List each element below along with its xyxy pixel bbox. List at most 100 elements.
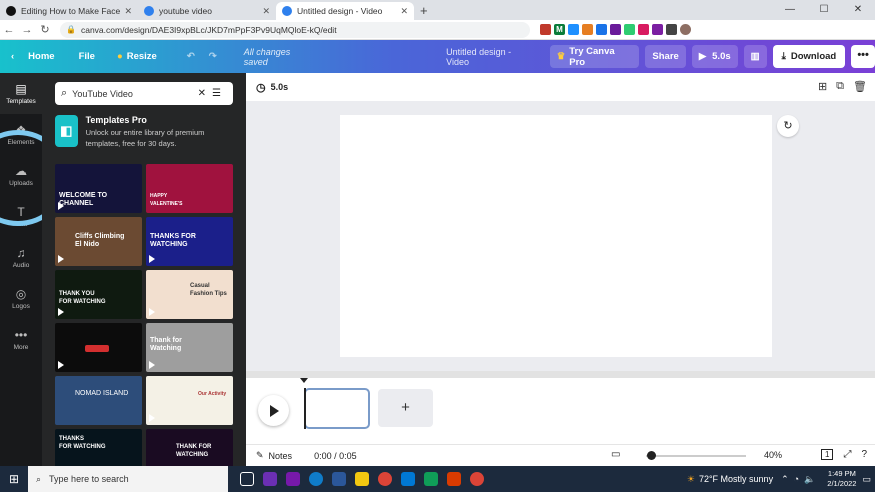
reload-icon[interactable]: ↻ <box>36 23 54 36</box>
zoom-slider[interactable] <box>646 455 746 457</box>
fullscreen-icon[interactable]: ⤢ <box>843 449 851 460</box>
network-icon[interactable]: ◔ <box>794 474 799 484</box>
taskbar-app-icon[interactable] <box>447 472 461 486</box>
duration-button[interactable]: ◷ 5.0s <box>256 81 288 94</box>
template-thumbnail[interactable]: Cliffs Climbing El Nido <box>55 217 142 266</box>
sidebar-item-audio[interactable]: ♫ Audio <box>0 237 42 278</box>
close-window-icon[interactable]: ✕ <box>841 0 875 20</box>
browser-tab-3[interactable]: Untitled design - Video ✕ <box>276 2 414 20</box>
extension-icon[interactable] <box>596 24 607 35</box>
refresh-icon[interactable]: ↻ <box>777 115 799 137</box>
taskbar-app-icon[interactable] <box>263 472 277 486</box>
extension-icon[interactable] <box>568 24 579 35</box>
template-thumbnail[interactable]: THANKS FOR WATCHING <box>146 217 233 266</box>
notification-icon[interactable]: ▭ <box>862 474 871 485</box>
horizontal-scrollbar[interactable] <box>246 371 875 378</box>
download-button[interactable]: ⤓ Download <box>772 45 846 68</box>
play-button[interactable]: ▶ 5.0s <box>691 45 738 68</box>
more-options-button[interactable]: ••• <box>851 45 875 68</box>
avatar[interactable] <box>680 24 691 35</box>
browser-tab-2[interactable]: youtube video ✕ <box>138 2 276 20</box>
close-icon[interactable]: ✕ <box>400 6 408 17</box>
back-icon[interactable]: ← <box>0 24 18 36</box>
zoom-level[interactable]: 40% <box>764 450 782 460</box>
close-icon[interactable]: ✕ <box>262 6 270 17</box>
template-thumbnail[interactable]: NOMAD ISLAND <box>55 376 142 425</box>
search-input[interactable]: YouTube Video <box>72 89 197 99</box>
timeline-play-button[interactable] <box>258 395 289 426</box>
template-thumbnail[interactable]: THANK YOU FOR WATCHING <box>55 270 142 319</box>
extension-icon[interactable] <box>582 24 593 35</box>
extension-icon[interactable] <box>652 24 663 35</box>
forward-icon[interactable]: → <box>18 24 36 36</box>
trash-icon[interactable]: 🗑 <box>853 80 867 93</box>
extension-icon[interactable] <box>540 24 551 35</box>
file-button[interactable]: File <box>72 51 102 62</box>
taskbar-app-icon[interactable] <box>401 472 415 486</box>
sidebar-item-logos[interactable]: ◎ Logos <box>0 278 42 319</box>
template-thumbnail[interactable]: Our Activity <box>146 376 233 425</box>
template-thumbnail[interactable] <box>55 323 142 372</box>
template-thumbnail[interactable]: HAPPY VALENTINE'S <box>146 164 233 213</box>
document-title[interactable]: Untitled design - Video <box>446 47 536 67</box>
sidebar-item-more[interactable]: ••• More <box>0 319 42 360</box>
template-thumbnail[interactable]: THANKS FOR WATCHING <box>55 429 142 466</box>
playhead-marker-icon[interactable] <box>300 378 308 383</box>
extension-icon[interactable]: M <box>554 24 565 35</box>
taskbar-app-icon[interactable] <box>424 472 438 486</box>
resize-button[interactable]: ● Resize <box>110 51 164 62</box>
url-field[interactable]: 🔒 canva.com/design/DAE3I9xpBLc/JKD7mPpF3… <box>60 21 530 38</box>
insights-button[interactable]: ▥ <box>743 45 767 68</box>
chrome-icon[interactable] <box>470 472 484 486</box>
windows-start-icon[interactable]: ⊞ <box>0 472 28 486</box>
extension-icon[interactable] <box>638 24 649 35</box>
home-button[interactable]: Home <box>21 51 61 62</box>
weather-text[interactable]: 72°F Mostly sunny <box>699 474 773 484</box>
taskbar-search-input[interactable]: Type here to search <box>49 474 129 484</box>
add-page-button[interactable]: + <box>378 389 433 427</box>
extension-icon[interactable] <box>624 24 635 35</box>
template-thumbnail[interactable]: Casual Fashion Tips <box>146 270 233 319</box>
minimize-icon[interactable]: — <box>773 0 807 20</box>
clock-time: 1:49 PM <box>827 469 856 478</box>
redo-icon[interactable]: ↷ <box>202 51 224 62</box>
page-count[interactable]: 1 <box>820 449 834 460</box>
taskbar-app-icon[interactable] <box>355 472 369 486</box>
grid-view-icon[interactable]: ▭ <box>611 449 620 460</box>
taskbar-clock[interactable]: 1:49 PM 2/1/2022 <box>827 469 856 489</box>
add-page-icon[interactable]: ⊞ <box>818 80 827 93</box>
taskbar-app-icon[interactable] <box>286 472 300 486</box>
template-thumbnail[interactable]: THANK FOR WATCHING <box>146 429 233 466</box>
close-icon[interactable]: ✕ <box>124 6 132 17</box>
tray-arrow-icon[interactable]: ⌃ <box>781 474 789 485</box>
template-search[interactable]: ⌕ YouTube Video ✕ ☰ <box>55 82 233 105</box>
browser-tab-1[interactable]: Editing How to Make Faceless Yo ✕ <box>0 2 138 20</box>
template-thumbnail[interactable]: Thank for Watching <box>146 323 233 372</box>
menu-toggle-icon[interactable]: ‹ <box>4 51 21 62</box>
template-thumbnail[interactable]: WELCOME TO CHANNEL <box>55 164 142 213</box>
chrome-icon[interactable] <box>378 472 392 486</box>
timeline-clip[interactable] <box>304 388 370 429</box>
extension-icon[interactable] <box>666 24 677 35</box>
notes-button[interactable]: ✎ Notes <box>256 450 292 461</box>
templates-pro-promo[interactable]: ◧ Templates Pro Unlock our entire librar… <box>55 115 235 155</box>
design-page[interactable] <box>340 115 772 357</box>
new-tab-button[interactable]: + <box>414 3 434 20</box>
extension-icon[interactable] <box>610 24 621 35</box>
taskbar-app-icon[interactable] <box>332 472 346 486</box>
clear-icon[interactable]: ✕ <box>198 88 206 99</box>
duplicate-icon[interactable]: ⧉ <box>836 80 844 93</box>
try-pro-button[interactable]: ♛ Try Canva Pro <box>549 45 640 68</box>
undo-icon[interactable]: ↶ <box>180 51 202 62</box>
zoom-slider-handle[interactable] <box>647 451 656 460</box>
sidebar-item-templates[interactable]: ▤ Templates <box>0 73 42 114</box>
taskbar-search[interactable]: ⌕ Type here to search <box>28 466 228 492</box>
help-icon[interactable]: ? <box>861 449 867 460</box>
maximize-icon[interactable]: ☐ <box>807 0 841 20</box>
volume-icon[interactable]: 🔈 <box>804 474 815 485</box>
filter-icon[interactable]: ☰ <box>212 88 221 99</box>
task-view-icon[interactable] <box>240 472 254 486</box>
edge-icon[interactable] <box>309 472 323 486</box>
share-button[interactable]: Share <box>645 45 686 68</box>
time-readout: 0:00 / 0:05 <box>314 450 357 461</box>
